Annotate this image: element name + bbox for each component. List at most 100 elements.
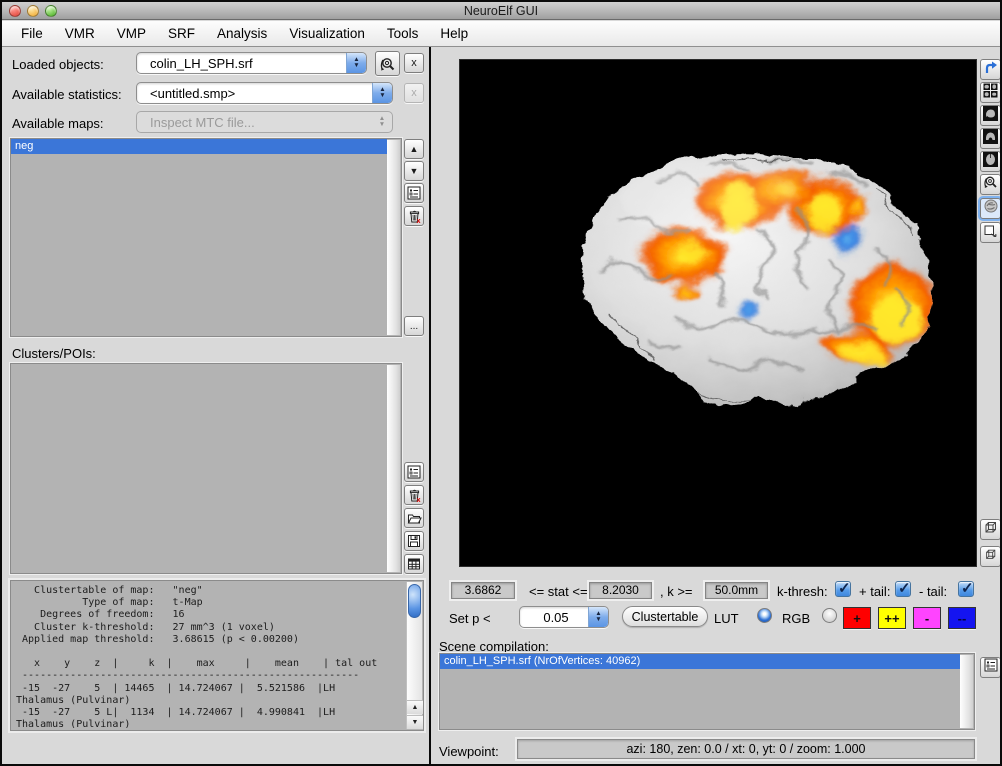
map-properties-button[interactable] xyxy=(404,183,424,203)
loaded-objects-label: Loaded objects: xyxy=(12,57,104,72)
cluster-table-button[interactable] xyxy=(404,554,424,574)
clusters-list-scrollbar[interactable] xyxy=(387,365,400,572)
sagittal-slice-icon xyxy=(983,106,998,126)
cube-wireframe-icon xyxy=(983,520,998,540)
scene-compilation-label: Scene compilation: xyxy=(439,639,549,654)
menu-help[interactable]: Help xyxy=(429,26,479,41)
zoom-view-button[interactable] xyxy=(980,174,1001,195)
stepper-arrows-icon[interactable]: ▲▼ xyxy=(346,53,366,73)
clustertable-text: Clustertable of map: "neg" Type of map: … xyxy=(16,585,403,728)
loaded-objects-value: colin_LH_SPH.srf xyxy=(137,56,346,71)
brain-render xyxy=(460,60,976,566)
rgb-negneg-color-button[interactable]: -- xyxy=(948,607,976,629)
map-delete-button[interactable]: x xyxy=(404,206,424,226)
scene-list-item[interactable]: colin_LH_SPH.srf (NrOfVertices: 40962) xyxy=(440,654,960,669)
properties-form-icon xyxy=(407,186,421,200)
rgb-pos-color-button[interactable]: + xyxy=(843,607,871,629)
close-object-button[interactable]: x xyxy=(404,53,424,73)
clusters-list[interactable] xyxy=(10,363,402,574)
map-move-down-button[interactable]: ▼ xyxy=(404,161,424,181)
close-statistics-button: x xyxy=(404,83,424,103)
stat-upper-threshold-field[interactable]: 8.2030 xyxy=(589,582,652,599)
down-arrow-icon: ▼ xyxy=(410,166,419,176)
render-brain-icon xyxy=(983,198,999,219)
rgb-pospos-color-button[interactable]: ++ xyxy=(878,607,906,629)
k-thresh-checkbox[interactable] xyxy=(835,581,851,597)
multi-slice-icon xyxy=(983,83,998,103)
magnifier-rotate-icon xyxy=(983,174,999,195)
console-scrollbar-thumb[interactable] xyxy=(408,584,421,618)
maps-list[interactable]: neg xyxy=(10,138,402,337)
detach-window-button[interactable] xyxy=(980,222,1001,243)
up-arrow-icon: ▲ xyxy=(410,144,419,154)
cluster-properties-button[interactable] xyxy=(404,462,424,482)
cube-wireframe-icon xyxy=(984,548,997,566)
available-statistics-dropdown[interactable]: <untitled.smp> ▲▼ xyxy=(136,82,393,104)
scene-cube-small-button[interactable] xyxy=(980,546,1001,567)
neg-tail-checkbox[interactable] xyxy=(958,581,974,597)
console-scroll-up-button[interactable]: ▲ xyxy=(407,700,423,714)
coronal-view-button[interactable] xyxy=(980,128,1001,149)
console-scroll-down-button[interactable]: ▼ xyxy=(407,715,423,729)
three-slice-view-button[interactable] xyxy=(980,82,1001,103)
clustertable-button[interactable]: Clustertable xyxy=(622,606,708,627)
menu-srf[interactable]: SRF xyxy=(157,26,206,41)
lut-label: LUT xyxy=(714,611,739,626)
map-more-button[interactable]: ... xyxy=(404,316,424,336)
console-scrollbar[interactable]: ▲ ▼ xyxy=(406,582,422,729)
scene-cube-button[interactable] xyxy=(980,519,1001,540)
menu-vmp[interactable]: VMP xyxy=(106,26,157,41)
stepper-arrows-icon[interactable]: ▲▼ xyxy=(372,83,392,103)
cluster-delete-button[interactable]: x xyxy=(404,485,424,505)
properties-form-icon xyxy=(984,658,998,677)
rgb-radio[interactable] xyxy=(822,608,837,623)
window-export-icon xyxy=(983,223,998,243)
sagittal-view-button[interactable] xyxy=(980,105,1001,126)
pos-tail-checkbox[interactable] xyxy=(895,581,911,597)
maps-list-scrollbar[interactable] xyxy=(387,140,400,335)
window-title: NeuroElf GUI xyxy=(2,4,1000,18)
axial-view-button[interactable] xyxy=(980,151,1001,172)
viewpoint-field[interactable]: azi: 180, zen: 0.0 / xt: 0, yt: 0 / zoom… xyxy=(517,739,975,759)
neg-tail-label: - tail: xyxy=(919,584,947,599)
maps-list-item[interactable]: neg xyxy=(11,139,387,154)
menu-file[interactable]: File xyxy=(10,26,54,41)
table-grid-icon xyxy=(407,557,421,571)
stat-lower-threshold-field[interactable]: 3.6862 xyxy=(451,582,515,599)
clustertable-output[interactable]: Clustertable of map: "neg" Type of map: … xyxy=(10,580,424,731)
surface-view-button[interactable] xyxy=(980,198,1001,219)
srf-inspect-button[interactable] xyxy=(375,51,400,76)
scene-compilation-list[interactable]: colin_LH_SPH.srf (NrOfVertices: 40962) xyxy=(439,653,975,730)
menu-analysis[interactable]: Analysis xyxy=(206,26,278,41)
magnifier-rotate-icon xyxy=(379,55,397,73)
k-threshold-field[interactable]: 50.0mm xyxy=(705,582,768,599)
axial-slice-icon xyxy=(983,152,998,172)
available-maps-dropdown: Inspect MTC file... ▲▼ xyxy=(136,111,393,133)
k-ge-label: , k >= xyxy=(660,584,693,599)
properties-form-icon xyxy=(407,465,421,479)
clusters-pois-label: Clusters/POIs: xyxy=(12,346,96,361)
p-value: 0.05 xyxy=(520,610,588,625)
rgb-label: RGB xyxy=(782,611,810,626)
available-maps-label: Available maps: xyxy=(12,116,104,131)
menu-visualization[interactable]: Visualization xyxy=(278,26,376,41)
undock-view-button[interactable] xyxy=(980,59,1001,80)
map-move-up-button[interactable]: ▲ xyxy=(404,139,424,159)
available-statistics-value: <untitled.smp> xyxy=(137,86,372,101)
menu-vmr[interactable]: VMR xyxy=(54,26,106,41)
viewpoint-label: Viewpoint: xyxy=(439,744,499,759)
cluster-save-button[interactable] xyxy=(404,531,424,551)
cluster-load-button[interactable] xyxy=(404,508,424,528)
trash-delete-icon: x xyxy=(407,488,422,503)
pos-tail-label: + tail: xyxy=(859,584,890,599)
stepper-arrows-icon[interactable]: ▲▼ xyxy=(588,607,608,627)
scene-list-scrollbar[interactable] xyxy=(960,655,973,728)
scene-properties-button[interactable] xyxy=(980,657,1001,678)
loaded-objects-dropdown[interactable]: colin_LH_SPH.srf ▲▼ xyxy=(136,52,367,74)
title-bar[interactable]: NeuroElf GUI xyxy=(2,2,1000,20)
menu-tools[interactable]: Tools xyxy=(376,26,430,41)
lut-radio[interactable] xyxy=(757,608,772,623)
surface-render-viewport[interactable] xyxy=(459,59,977,567)
rgb-neg-color-button[interactable]: - xyxy=(913,607,941,629)
p-value-dropdown[interactable]: 0.05 ▲▼ xyxy=(519,606,609,628)
